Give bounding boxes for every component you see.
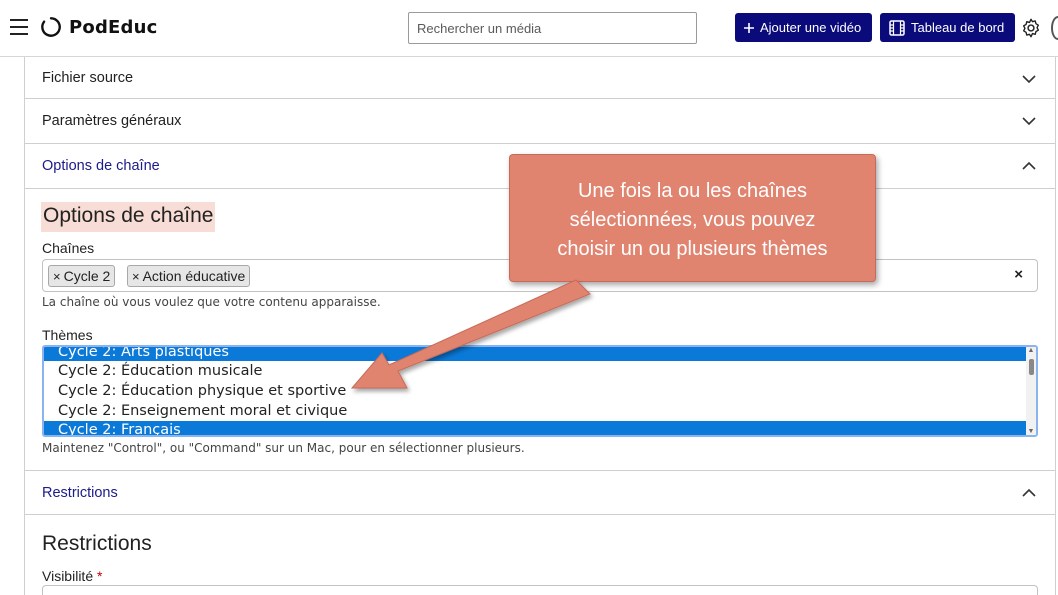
callout-line-1: Une fois la ou les chaînes — [577, 180, 808, 202]
accordion-restrictions[interactable]: Restrictions — [25, 470, 1055, 515]
chaines-help-text: La chaîne où vous voulez que votre conte… — [42, 295, 381, 309]
tutorial-callout: Une fois la ou les chaînes sélectionnées… — [509, 154, 876, 282]
video-edit-form: Fichier source Paramètres généraux Optio… — [24, 57, 1056, 595]
accordion-fichier-source[interactable]: Fichier source — [25, 57, 1055, 99]
chaines-label: Chaînes — [42, 240, 95, 256]
accordion-parametres-generaux-label: Paramètres généraux — [42, 113, 182, 129]
themes-label: Thèmes — [42, 327, 93, 343]
accordion-parametres-generaux[interactable]: Paramètres généraux — [25, 99, 1055, 144]
plus-icon — [744, 22, 754, 33]
search-input[interactable] — [408, 12, 697, 44]
clear-all-icon[interactable]: × — [1014, 266, 1023, 283]
gear-icon[interactable] — [1020, 17, 1042, 39]
chevron-down-icon — [1022, 75, 1036, 84]
themes-help-text: Maintenez "Control", ou "Command" sur un… — [42, 441, 525, 455]
accordion-fichier-source-label: Fichier source — [42, 69, 134, 86]
chevron-down-icon — [1022, 117, 1036, 126]
add-video-label: Ajouter une vidéo — [760, 20, 862, 35]
podeduc-logo-icon — [41, 17, 61, 37]
accordion-restrictions-label: Restrictions — [42, 484, 118, 501]
app-name: PodEduc — [69, 16, 158, 38]
accordion-options-chaine-label: Options de chaîne — [42, 158, 160, 174]
restrictions-title: Restrictions — [42, 532, 152, 555]
chevron-up-icon — [1022, 488, 1036, 497]
chaine-tag: × Action éducative — [127, 265, 251, 287]
callout-line-2: sélectionnées, vous pouvez — [569, 209, 816, 231]
theme-option[interactable]: Cycle 2: Éducation physique et sportive — [55, 382, 1030, 400]
theme-option[interactable]: Cycle 2: Arts plastiques — [44, 347, 1030, 361]
required-mark: * — [97, 568, 103, 584]
user-avatar[interactable] — [1051, 16, 1058, 40]
theme-option[interactable]: Cycle 2: Français — [44, 421, 1030, 435]
add-video-button[interactable]: Ajouter une vidéo — [735, 13, 872, 42]
visibility-label: Visibilité * — [42, 568, 102, 584]
scroll-down-icon[interactable]: ▼ — [1027, 428, 1035, 435]
chevron-up-icon — [1022, 161, 1036, 170]
theme-option[interactable]: Cycle 2: Éducation musicale — [55, 362, 1030, 380]
hamburger-icon[interactable] — [10, 19, 28, 35]
scroll-thumb[interactable] — [1029, 359, 1034, 375]
visibility-label-text: Visibilité — [42, 568, 94, 584]
tag-remove-icon[interactable]: × — [132, 269, 140, 284]
chaine-tag-label: Action éducative — [142, 268, 246, 284]
chaine-tag: × Cycle 2 — [48, 265, 116, 287]
callout-line-3: choisir un ou plusieurs thèmes — [557, 238, 828, 260]
film-icon — [889, 19, 905, 36]
scroll-up-icon[interactable]: ▲ — [1027, 347, 1035, 354]
options-section-title: Options de chaîne — [41, 202, 216, 232]
dashboard-label: Tableau de bord — [911, 20, 1005, 35]
themes-scrollbar[interactable]: ▲ ▼ — [1026, 347, 1036, 435]
visibility-select[interactable] — [42, 585, 1038, 595]
tag-remove-icon[interactable]: × — [53, 269, 61, 284]
themes-listbox[interactable]: Cycle 2: Arts plastiques Cycle 2: Éducat… — [42, 345, 1038, 437]
dashboard-button[interactable]: Tableau de bord — [880, 13, 1015, 42]
logo-link[interactable]: PodEduc — [40, 16, 158, 38]
theme-option[interactable]: Cycle 2: Enseignement moral et civique — [55, 402, 1030, 420]
top-navbar: PodEduc Ajouter une vidéo Tableau de bor… — [0, 0, 1058, 57]
chaine-tag-label: Cycle 2 — [63, 268, 111, 284]
